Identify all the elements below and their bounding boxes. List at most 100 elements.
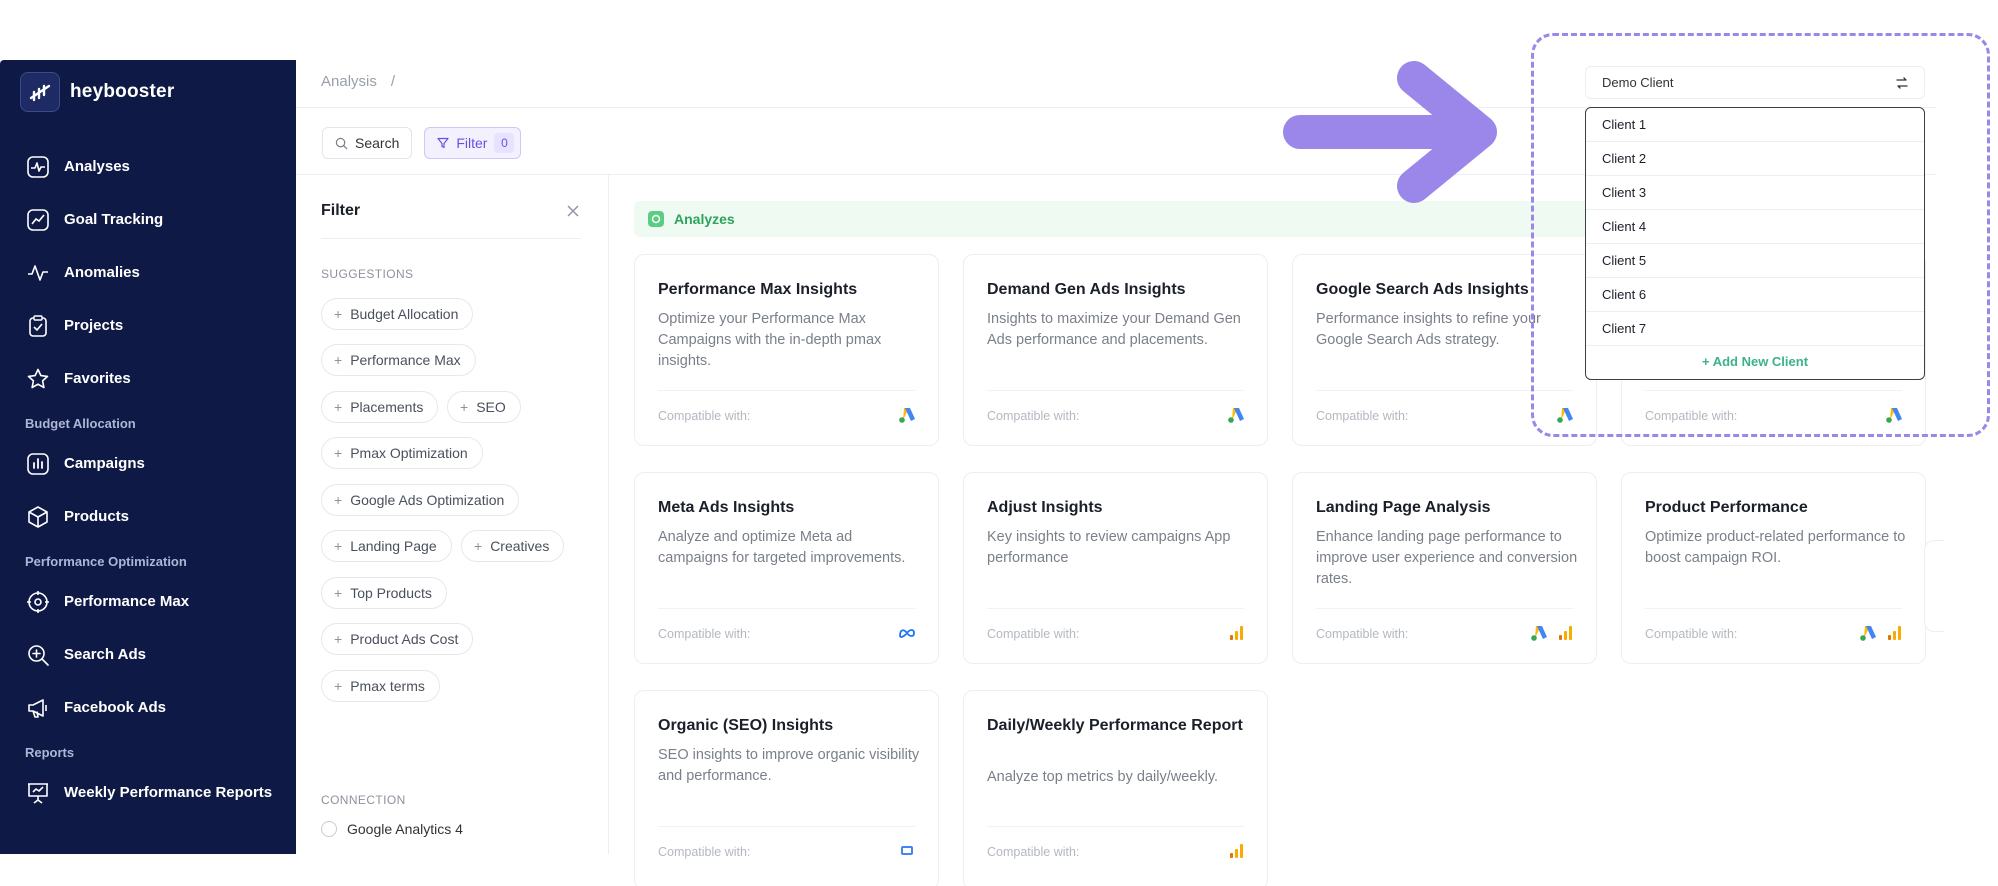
suggestions-label: SUGGESTIONS	[321, 267, 414, 281]
chip-google-ads-optimization[interactable]: + Google Ads Optimization	[321, 484, 520, 516]
brand-logo[interactable]: heybooster	[20, 72, 174, 112]
analytics-bars-icon	[1230, 626, 1243, 640]
breadcrumb-separator: /	[390, 73, 396, 90]
card-description: Insights to maximize your Demand Gen Ads…	[987, 311, 1241, 348]
chip-seo[interactable]: + SEO	[447, 391, 521, 423]
sidebar-item-weekly-performance-reports[interactable]: Weekly Performance Reports	[0, 766, 296, 819]
card-description: Analyze top metrics by daily/weekly.	[987, 769, 1219, 785]
chip-label: Pmax Optimization	[350, 445, 468, 461]
sidebar-item-goal-tracking[interactable]: Goal Tracking	[0, 193, 296, 246]
search-icon	[335, 137, 348, 149]
card-title: Performance Max Insights	[658, 281, 858, 298]
chip-top-products[interactable]: + Top Products	[321, 577, 447, 609]
connection-google-analytics-4[interactable]: Google Analytics 4	[321, 821, 463, 837]
filter-button[interactable]: Filter 0	[424, 127, 522, 159]
section-label: Analyzes	[674, 211, 735, 227]
card-description: Optimize product-related performance to …	[1645, 529, 1906, 566]
chip-landing-page[interactable]: + Landing Page	[321, 530, 452, 562]
card-title: Adjust Insights	[987, 499, 1103, 516]
sidebar-item-label: Goal Tracking	[64, 211, 164, 228]
chip-creatives[interactable]: + Creatives	[461, 530, 565, 562]
filter-panel-title: Filter	[321, 202, 361, 219]
sidebar-item-label: Weekly Performance Reports	[64, 784, 273, 801]
divider	[1645, 608, 1902, 609]
sidebar-item-analyses[interactable]: Analyses	[0, 140, 296, 193]
analytics-bars-icon	[1559, 626, 1572, 640]
sidebar-item-label: Projects	[64, 317, 124, 334]
card-description: Analyze and optimize Meta ad campaigns f…	[658, 529, 906, 566]
card-adjust-insights[interactable]: Adjust Insights Key insights to review c…	[963, 472, 1268, 664]
card-demand-gen-ads-insights[interactable]: Demand Gen Ads Insights Insights to maxi…	[963, 254, 1268, 446]
connection-label: CONNECTION	[321, 793, 406, 807]
card-title: Meta Ads Insights	[658, 499, 795, 516]
sidebar-item-anomalies[interactable]: Anomalies	[0, 246, 296, 299]
plus-icon: +	[334, 678, 343, 694]
sidebar-item-label: Anomalies	[64, 264, 140, 281]
card-meta-ads-insights[interactable]: Meta Ads Insights Analyze and optimize M…	[634, 472, 939, 664]
chip-pmax-optimization[interactable]: + Pmax Optimization	[321, 437, 483, 469]
chip-label: Pmax terms	[350, 678, 425, 694]
close-icon[interactable]	[566, 204, 580, 218]
search-button-label: Search	[355, 135, 400, 151]
sidebar-item-facebook-ads[interactable]: Facebook Ads	[0, 681, 296, 734]
card-title: Organic (SEO) Insights	[658, 717, 834, 734]
sidebar-item-products[interactable]: Products	[0, 490, 296, 543]
card-performance-max-insights[interactable]: Performance Max Insights Optimize your P…	[634, 254, 939, 446]
search-button[interactable]: Search	[322, 127, 413, 159]
card-description: Enhance landing page performance to impr…	[1316, 529, 1578, 587]
chip-budget-allocation[interactable]: + Budget Allocation	[321, 298, 474, 330]
compatible-label: Compatible with:	[658, 627, 751, 641]
bar-chart-icon	[27, 452, 49, 475]
sidebar-item-projects[interactable]: Projects	[0, 299, 296, 352]
pulse-icon	[27, 155, 49, 178]
sidebar-item-label: Performance Max	[64, 593, 190, 610]
chip-performance-max[interactable]: + Performance Max	[321, 344, 476, 376]
compatible-label: Compatible with:	[1316, 627, 1409, 641]
card-description: SEO insights to improve organic visibili…	[658, 747, 920, 784]
search-console-icon	[901, 846, 913, 855]
google-ads-icon	[899, 408, 915, 423]
sidebar-item-label: Products	[64, 508, 130, 525]
filter-button-label: Filter	[456, 135, 488, 151]
chip-product-ads-cost[interactable]: + Product Ads Cost	[321, 623, 474, 655]
annotation-arrow-icon	[1283, 61, 1497, 203]
divider	[1316, 608, 1573, 609]
highlight-dashed-box	[1531, 33, 1990, 437]
breadcrumb-analysis[interactable]: Analysis	[321, 73, 377, 90]
compatible-label: Compatible with:	[1645, 627, 1738, 641]
anomaly-icon	[28, 264, 48, 281]
chip-pmax-terms[interactable]: + Pmax terms	[321, 670, 440, 702]
divider	[987, 608, 1244, 609]
sidebar-item-favorites[interactable]: Favorites	[0, 352, 296, 405]
compatible-label: Compatible with:	[987, 409, 1080, 423]
card-landing-page-analysis[interactable]: Landing Page Analysis Enhance landing pa…	[1292, 472, 1597, 664]
card-product-performance[interactable]: Product Performance Optimize product-rel…	[1621, 472, 1926, 664]
divider	[987, 826, 1244, 827]
filter-count-badge: 0	[494, 133, 515, 153]
card-organic-seo-insights[interactable]: Organic (SEO) Insights SEO insights to i…	[634, 690, 939, 886]
funnel-icon	[437, 137, 449, 149]
plus-icon: +	[334, 445, 343, 461]
sidebar-item-performance-max[interactable]: Performance Max	[0, 575, 296, 628]
meta-icon	[899, 629, 915, 638]
chip-placements[interactable]: + Placements	[321, 391, 439, 423]
card-daily-weekly-performance-report[interactable]: Daily/Weekly Performance Report Analyze …	[963, 690, 1268, 886]
sidebar-item-campaigns[interactable]: Campaigns	[0, 437, 296, 490]
divider	[987, 390, 1244, 391]
compatible-label: Compatible with:	[658, 845, 751, 859]
compatible-label: Compatible with:	[658, 409, 751, 423]
divider	[658, 826, 915, 827]
google-ads-icon	[1860, 626, 1876, 641]
megaphone-icon	[28, 698, 47, 718]
compatible-label: Compatible with:	[1316, 409, 1409, 423]
chip-label: Product Ads Cost	[350, 631, 459, 647]
chip-label: SEO	[476, 399, 506, 415]
connection-checkbox[interactable]	[321, 821, 337, 837]
plus-icon: +	[334, 585, 343, 601]
box-icon	[28, 505, 48, 528]
sidebar-item-label: Facebook Ads	[64, 699, 166, 716]
sidebar-item-label: Campaigns	[64, 455, 145, 472]
target-icon	[27, 590, 49, 613]
sidebar-item-search-ads[interactable]: Search Ads	[0, 628, 296, 681]
filter-panel: Filter SUGGESTIONS + Budget Allocation + P…	[296, 175, 609, 854]
